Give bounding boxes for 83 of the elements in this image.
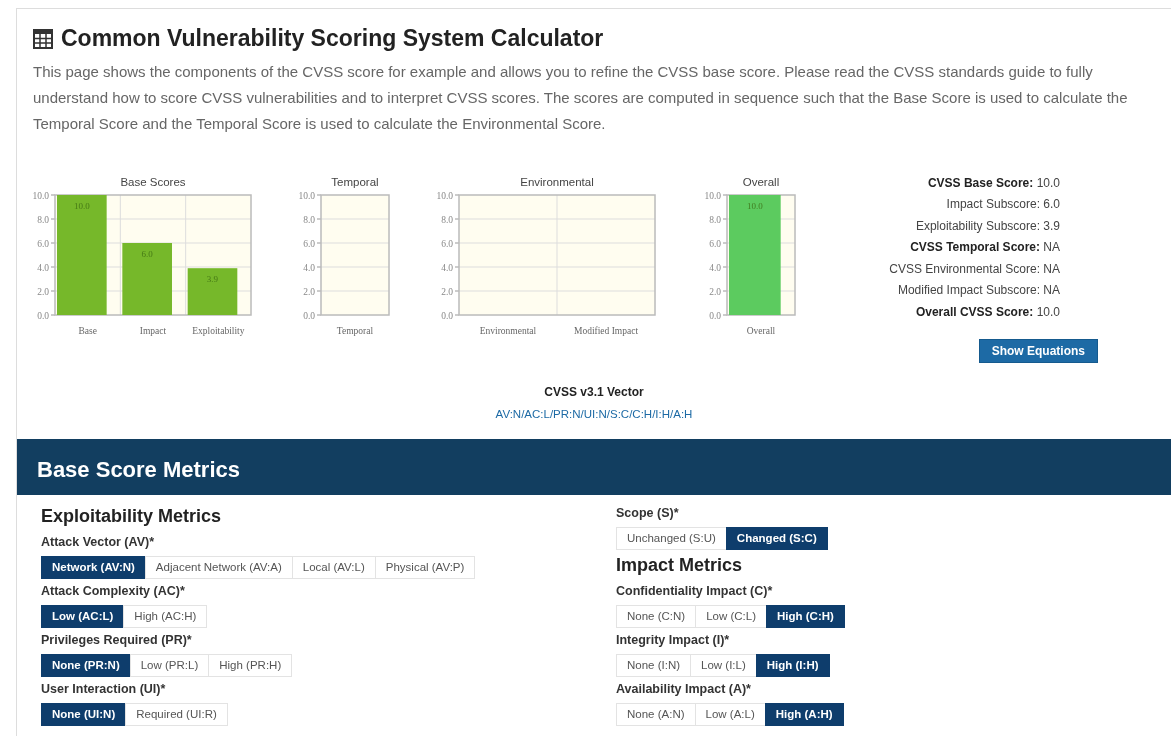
score-line: Exploitability Subscore: 3.9 (914, 217, 1060, 235)
axis-category-label: Environmental (479, 325, 537, 336)
description-paragraph: This page shows the components of the CVSS score for example and allows you to refine the CVSS base score. Please read the CVSS standards guide to fully understand how to score CVSS vulnerabilities and to interpret CVSS scores. The scores are computed in sequence such that the Base Score is used to calculate the Temporal Score and the Temporal Score is used to calculate the Environmental Score. (33, 61, 1129, 134)
option-button[interactable]: Low (A:L) (694, 703, 766, 727)
axis-tick-label: 4.0 (709, 262, 721, 273)
axis-tick-label: 2.0 (37, 286, 49, 297)
score-line: CVSS Temporal Score: NA (909, 239, 1060, 257)
chart-title: Environmental (520, 175, 594, 188)
chart-title: Overall (742, 175, 780, 188)
axis-tick-label: 8.0 (303, 214, 315, 225)
option-button[interactable]: Unchanged (S:U) (616, 527, 727, 551)
option-button[interactable]: Network (AV:N) (41, 556, 146, 580)
axis-tick-label: 0.0 (709, 310, 721, 321)
score-line: Modified Impact Subscore: NA (896, 282, 1060, 300)
axis-tick-label: 2.0 (441, 286, 453, 297)
metric-label: Availability Impact (A)* (616, 681, 752, 699)
vector-link[interactable]: AV:N/AC:L/PR:N/UI:N/S:C/C:H/I:H/A:H (495, 408, 693, 421)
metric-label: Scope (S)* (616, 505, 680, 523)
group-heading: Impact Metrics (616, 554, 744, 578)
axis-category-label: Temporal (336, 325, 374, 336)
chart-title: Base Scores (120, 175, 186, 188)
axis-tick-label: 8.0 (441, 214, 453, 225)
calculator-icon (33, 28, 53, 49)
option-button[interactable]: None (C:N) (616, 605, 697, 629)
axis-tick-label: 10.0 (298, 190, 315, 201)
vector-label: CVSS v3.1 Vector (543, 384, 645, 402)
axis-tick-label: 6.0 (37, 238, 49, 249)
axis-tick-label: 4.0 (303, 262, 315, 273)
axis-category-label: Modified Impact (573, 325, 639, 336)
option-button[interactable]: Low (PR:L) (129, 654, 210, 678)
option-button[interactable]: High (C:H) (766, 605, 845, 629)
option-button[interactable]: Changed (S:C) (725, 527, 828, 551)
option-button[interactable]: Physical (AV:P) (374, 556, 476, 580)
score-line: Overall CVSS Score: 10.0 (914, 303, 1060, 321)
group-heading: Exploitability Metrics (41, 505, 223, 529)
chart-title: Temporal (331, 175, 379, 188)
option-button[interactable]: None (PR:N) (41, 654, 131, 678)
option-button[interactable]: None (I:N) (616, 654, 692, 678)
show-equations-button[interactable]: Show Equations (978, 339, 1098, 364)
axis-tick-label: 4.0 (37, 262, 49, 273)
option-button[interactable]: Adjacent Network (AV:A) (144, 556, 293, 580)
axis-tick-label: 10.0 (32, 190, 49, 201)
axis-tick-label: 8.0 (37, 214, 49, 225)
axis-tick-label: 0.0 (37, 310, 49, 321)
axis-tick-label: 6.0 (303, 238, 315, 249)
option-button[interactable]: Local (AV:L) (291, 556, 376, 580)
axis-category-label: Impact (139, 325, 167, 336)
metric-label: Attack Vector (AV)* (41, 534, 155, 552)
metric-label: Confidentiality Impact (C)* (616, 583, 774, 601)
axis-tick-label: 0.0 (441, 310, 453, 321)
option-button[interactable]: Low (I:L) (690, 654, 757, 678)
axis-tick-label: 6.0 (441, 238, 453, 249)
metric-label: Integrity Impact (I)* (616, 632, 731, 650)
page-title: Common Vulnerability Scoring System Calculator (61, 25, 604, 53)
axis-tick-label: 10.0 (436, 190, 453, 201)
bar-value-label: 10.0 (746, 200, 763, 211)
axis-category-label: Exploitability (192, 325, 245, 336)
option-button[interactable]: High (AC:H) (123, 605, 208, 629)
axis-tick-label: 8.0 (709, 214, 721, 225)
option-button[interactable]: Required (UI:R) (125, 703, 228, 727)
axis-tick-label: 0.0 (303, 310, 315, 321)
bar (187, 267, 238, 315)
score-line: CVSS Base Score: 10.0 (926, 174, 1060, 192)
option-button[interactable]: High (I:H) (755, 654, 830, 678)
option-button[interactable]: Low (C:L) (695, 605, 767, 629)
option-button[interactable]: None (A:N) (616, 703, 696, 727)
axis-category-label: Overall (746, 325, 776, 336)
metric-label: Privileges Required (PR)* (41, 632, 193, 650)
axis-tick-label: 4.0 (441, 262, 453, 273)
option-button[interactable]: None (UI:N) (41, 703, 127, 727)
score-line: Impact Subscore: 6.0 (945, 196, 1060, 214)
score-line: CVSS Environmental Score: NA (889, 260, 1060, 278)
metric-label: Attack Complexity (AC)* (41, 583, 186, 601)
axis-category-label: Base (78, 325, 97, 336)
option-button[interactable]: High (PR:H) (208, 654, 293, 678)
axis-tick-label: 6.0 (709, 238, 721, 249)
option-button[interactable]: Low (AC:L) (41, 605, 125, 629)
section-header: Base Score Metrics (17, 439, 1171, 496)
axis-tick-label: 10.0 (704, 190, 721, 201)
axis-tick-label: 2.0 (303, 286, 315, 297)
axis-tick-label: 2.0 (709, 286, 721, 297)
option-button[interactable]: High (A:H) (764, 703, 844, 727)
metric-label: User Interaction (UI)* (41, 681, 167, 699)
